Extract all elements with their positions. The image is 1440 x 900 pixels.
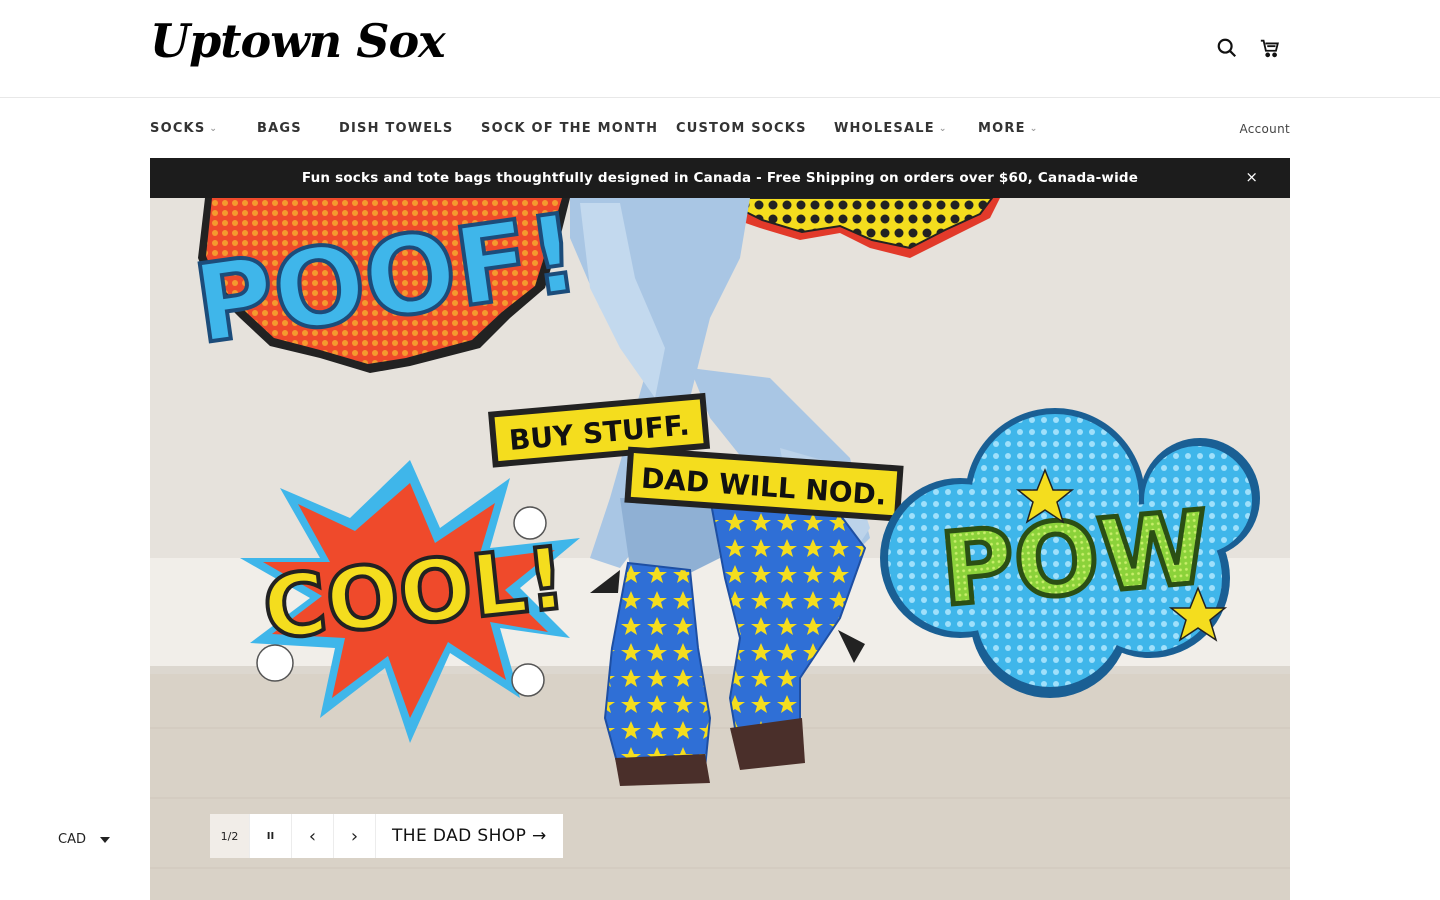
nav-item-label: MORE	[978, 121, 1026, 136]
currency-label: CAD	[58, 832, 86, 847]
nav-item-label: SOCK OF THE MONTH	[481, 121, 659, 136]
nav-item-socks[interactable]: SOCKS ⌄	[150, 121, 218, 136]
nav-item-label: CUSTOM SOCKS	[676, 121, 807, 136]
nav-item-more[interactable]: MORE ⌄	[978, 121, 1038, 136]
hero-slideshow: POOF! BUY STUFF. DAD WILL NOD. COOL! POW	[150, 198, 1290, 900]
account-link[interactable]: Account	[1239, 122, 1290, 136]
main-navigation: SOCKS ⌄ BAGS DISH TOWELS SOCK OF THE MONT…	[150, 99, 1290, 158]
nav-item-bags[interactable]: BAGS	[257, 121, 302, 136]
site-header: Uptown Sox	[0, 0, 1440, 98]
pause-icon: II	[266, 830, 275, 842]
close-icon[interactable]: ×	[1245, 168, 1258, 186]
announcement-bar: Fun socks and tote bags thoughtfully des…	[150, 158, 1290, 198]
announcement-text: Fun socks and tote bags thoughtfully des…	[301, 170, 1139, 186]
nav-item-custom-socks[interactable]: CUSTOM SOCKS	[676, 121, 807, 136]
nav-item-label: DISH TOWELS	[339, 121, 454, 136]
slide-counter: 1/2	[210, 814, 250, 858]
nav-item-dish-towels[interactable]: DISH TOWELS	[339, 121, 453, 136]
nav-item-label: SOCKS	[150, 121, 206, 136]
currency-selector[interactable]: CAD	[58, 832, 110, 847]
pause-button[interactable]: II	[250, 814, 292, 858]
chevron-down-icon: ⌄	[209, 124, 219, 134]
nav-item-sock-of-the-month[interactable]: SOCK OF THE MONTH	[481, 121, 658, 136]
caret-down-icon	[99, 836, 110, 843]
hero-image: POOF! BUY STUFF. DAD WILL NOD. COOL! POW	[150, 198, 1290, 900]
brand-logo[interactable]: Uptown Sox	[150, 14, 446, 68]
chevron-down-icon: ⌄	[938, 124, 948, 134]
nav-item-wholesale[interactable]: WHOLESALE ⌄	[834, 121, 948, 136]
cart-icon[interactable]	[1258, 36, 1282, 60]
slideshow-controls: 1/2 II ‹ › THE DAD SHOP →	[210, 814, 563, 858]
nav-item-label: WHOLESALE	[834, 121, 935, 136]
previous-slide-button[interactable]: ‹	[292, 814, 334, 858]
search-icon[interactable]	[1215, 36, 1239, 60]
chevron-down-icon: ⌄	[1029, 124, 1039, 134]
nav-item-label: BAGS	[257, 121, 302, 136]
dad-shop-link[interactable]: THE DAD SHOP →	[376, 814, 563, 858]
chevron-left-icon: ‹	[308, 825, 317, 847]
chevron-right-icon: ›	[350, 825, 359, 847]
next-slide-button[interactable]: ›	[334, 814, 376, 858]
